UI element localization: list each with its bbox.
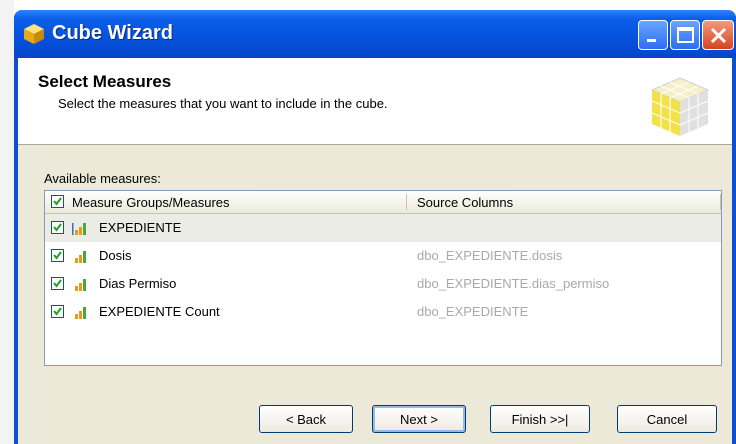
close-icon [710, 27, 727, 44]
checkmark-icon [53, 197, 62, 206]
measure-group-icon [72, 223, 86, 235]
maximize-icon [677, 27, 694, 43]
finish-button[interactable]: Finish >>| [490, 405, 590, 433]
maximize-button[interactable] [670, 20, 700, 50]
checkmark-icon [53, 223, 62, 232]
measure-row[interactable]: Dosis dbo_EXPEDIENTE.dosis [45, 242, 721, 270]
cube-wizard-window: Cube Wizard Select Measures Select the m… [14, 10, 736, 444]
checkmark-icon [53, 279, 62, 288]
row-checkbox[interactable] [51, 249, 64, 262]
column-header-source[interactable]: Source Columns [417, 195, 513, 210]
available-measures-label: Available measures: [44, 171, 161, 186]
dialog-body: Select Measures Select the measures that… [18, 58, 732, 444]
measure-name: EXPEDIENTE [99, 220, 182, 235]
back-button[interactable]: < Back [259, 405, 353, 433]
next-button[interactable]: Next > [372, 405, 466, 433]
page-title: Select Measures [38, 72, 172, 91]
column-divider[interactable] [406, 194, 407, 210]
source-column: dbo_EXPEDIENTE [417, 304, 529, 319]
measure-name: Dias Permiso [99, 276, 177, 291]
minimize-icon [647, 39, 656, 42]
close-button[interactable] [702, 20, 734, 50]
list-header: Measure Groups/Measures Source Columns [45, 191, 721, 214]
column-divider[interactable] [720, 194, 721, 210]
source-column: dbo_EXPEDIENTE.dosis [417, 248, 563, 263]
checkmark-icon [53, 307, 62, 316]
measure-icon [75, 307, 86, 319]
page-subtitle: Select the measures that you want to inc… [58, 96, 388, 111]
title-bar[interactable]: Cube Wizard [14, 10, 736, 58]
background-strip [0, 0, 14, 444]
checkmark-icon [53, 251, 62, 260]
wizard-header: Select Measures Select the measures that… [18, 58, 732, 145]
cube-app-icon [24, 24, 44, 44]
measure-name: EXPEDIENTE Count [99, 304, 220, 319]
measure-row[interactable]: Dias Permiso dbo_EXPEDIENTE.dias_permiso [45, 270, 721, 298]
column-header-measures[interactable]: Measure Groups/Measures [72, 195, 230, 210]
measure-row[interactable]: EXPEDIENTE Count dbo_EXPEDIENTE [45, 298, 721, 326]
measures-list[interactable]: Measure Groups/Measures Source Columns E… [44, 190, 722, 366]
cancel-button[interactable]: Cancel [617, 405, 717, 433]
measure-icon [75, 251, 86, 263]
measure-name: Dosis [99, 248, 132, 263]
measure-group-row[interactable]: EXPEDIENTE [45, 214, 721, 242]
select-all-checkbox[interactable] [51, 195, 64, 208]
row-checkbox[interactable] [51, 305, 64, 318]
window-title: Cube Wizard [52, 22, 173, 44]
minimize-button[interactable] [638, 20, 668, 50]
cube-graphic-icon [650, 77, 710, 136]
row-checkbox[interactable] [51, 277, 64, 290]
row-checkbox[interactable] [51, 221, 64, 234]
measure-icon [75, 279, 86, 291]
source-column: dbo_EXPEDIENTE.dias_permiso [417, 276, 610, 291]
